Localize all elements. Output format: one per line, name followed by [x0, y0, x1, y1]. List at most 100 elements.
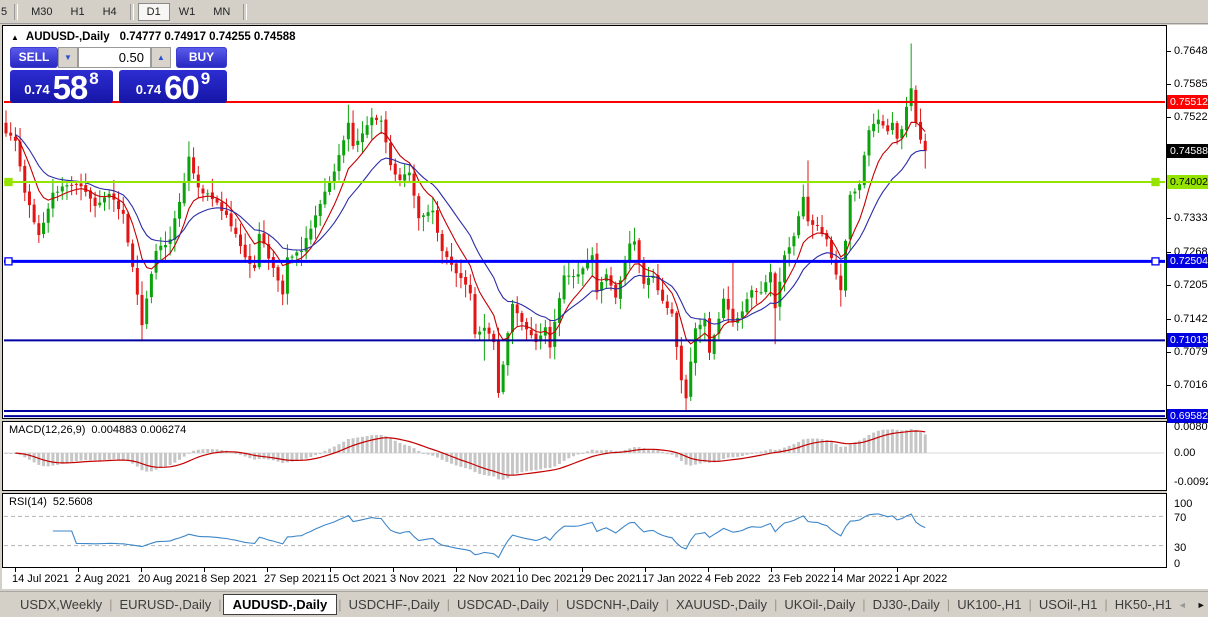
chart-ohlc-values: 0.74777 0.74917 0.74255 0.74588: [119, 31, 296, 43]
spin-up-icon: ▲: [157, 53, 165, 62]
buy-price-pips: 60: [164, 69, 200, 106]
spin-down-icon: ▼: [64, 53, 72, 62]
date-label: 1 Apr 2022: [894, 573, 948, 585]
tab-scroll-right-icon[interactable]: ►: [1197, 600, 1206, 610]
toolbar-separator: [14, 3, 19, 20]
tab-separator: |: [774, 597, 778, 612]
tab-separator: |: [665, 597, 670, 612]
date-tick: [708, 568, 709, 572]
tab-usdx-weekly[interactable]: USDX,Weekly: [14, 594, 108, 615]
date-tick: [330, 568, 331, 572]
macd-axis-label: 0.008061: [1174, 421, 1208, 434]
tab-separator: |: [1028, 597, 1032, 612]
timeframe-button-w1[interactable]: W1: [170, 3, 205, 21]
tab-usoil-h1[interactable]: USOil-,H1: [1033, 594, 1104, 615]
volume-input[interactable]: 0.50: [78, 47, 151, 68]
rsi-name: RSI(14): [9, 496, 47, 508]
buy-price-point: 9: [200, 69, 211, 88]
tab-separator: |: [862, 597, 866, 612]
tab-uk100-h1[interactable]: UK100-,H1: [951, 594, 1027, 615]
date-label: 22 Nov 2021: [453, 573, 516, 585]
date-axis: 14 Jul 2021 2 Aug 2021 20 Aug 2021 8 Sep 20…: [2, 568, 1167, 589]
macd-name: MACD(12,26,9): [9, 424, 86, 436]
date-tick: [519, 568, 520, 572]
price-badge-blue: 0.72504: [1167, 254, 1208, 269]
date-label: 14 Jul 2021: [12, 573, 69, 585]
macd-axis-label: 0.00: [1174, 447, 1196, 459]
rsi-label: RSI(14) 52.5608: [9, 496, 93, 508]
date-tick: [645, 568, 646, 572]
date-tick: [78, 568, 79, 572]
rsi-panel: [2, 493, 1167, 568]
date-label: 29 Dec 2021: [579, 573, 642, 585]
buy-price-base: 0.74: [135, 82, 162, 97]
date-label: 14 Mar 2022: [831, 573, 893, 585]
date-tick: [834, 568, 835, 572]
tab-separator: |: [946, 597, 951, 612]
tab-ukoil-daily[interactable]: UKOil-,Daily: [778, 594, 861, 615]
rsi-axis-label: 0: [1174, 558, 1181, 570]
price-badge-black: 0.74588: [1167, 143, 1208, 158]
date-label: 17 Jan 2022: [642, 573, 703, 585]
tab-eurusd-daily[interactable]: EURUSD-,Daily: [114, 594, 218, 615]
tab-dj30-daily[interactable]: DJ30-,Daily: [867, 594, 946, 615]
timeframe-toolbar: 5 M30 H1 H4 D1 W1 MN: [0, 0, 1208, 24]
rsi-axis-label: 70: [1174, 512, 1187, 525]
tab-separator: |: [555, 597, 560, 612]
date-label: 23 Feb 2022: [768, 573, 830, 585]
date-tick: [456, 568, 457, 572]
macd-values: 0.004883 0.006274: [91, 424, 187, 436]
tab-usdcnh-daily[interactable]: USDCNH-,Daily: [560, 594, 664, 615]
date-label: 3 Nov 2021: [390, 573, 447, 585]
rsi-axis-label: 100: [1174, 498, 1193, 510]
date-tick: [267, 568, 268, 572]
date-tick: [141, 568, 142, 572]
sell-price-point: 8: [89, 69, 99, 88]
volume-increase-button[interactable]: ▲: [151, 47, 171, 68]
timeframe-button-d1[interactable]: D1: [137, 2, 170, 21]
tab-hk50-h1[interactable]: HK50-,H1: [1109, 594, 1178, 615]
volume-decrease-button[interactable]: ▼: [58, 47, 78, 68]
date-tick: [771, 568, 772, 572]
date-label: 8 Sep 2021: [201, 573, 258, 585]
date-label: 4 Feb 2022: [705, 573, 761, 585]
rsi-value: 52.5608: [52, 496, 93, 508]
date-label: 2 Aug 2021: [75, 573, 131, 585]
toolbar-separator: [129, 3, 134, 20]
timeframe-button-h1[interactable]: H1: [62, 3, 94, 21]
toolbar-separator: [243, 3, 248, 20]
date-label: 27 Sep 2021: [264, 573, 327, 585]
date-tick: [393, 568, 394, 572]
tab-audusd-daily[interactable]: AUDUSD-,Daily: [222, 594, 338, 615]
price-badge-green: 0.74002: [1167, 174, 1208, 189]
chart-title: ▲ AUDUSD-,Daily 0.74777 0.74917 0.74255 …: [11, 31, 296, 43]
tab-usdchf-daily[interactable]: USDCHF-,Daily: [343, 594, 446, 615]
tab-usdcad-daily[interactable]: USDCAD-,Daily: [451, 594, 555, 615]
tab-scroll-arrows: ◄ ►: [1178, 600, 1206, 610]
sell-price-box[interactable]: 0.74 58 8: [10, 69, 113, 106]
chart-symbol-label: AUDUSD-,Daily: [25, 31, 110, 43]
tab-separator: |: [218, 597, 222, 612]
macd-axis-label: -0.00928: [1174, 476, 1208, 489]
timeframe-button-m30[interactable]: M30: [22, 3, 61, 21]
price-axis: 0.764800.758500.755120.752200.745880.740…: [1167, 25, 1208, 589]
buy-price-box[interactable]: 0.74 60 9: [119, 69, 227, 106]
timeframe-button-partial[interactable]: 5: [0, 6, 10, 18]
tab-scroll-left-icon[interactable]: ◄: [1178, 600, 1187, 610]
sell-button[interactable]: SELL: [10, 47, 58, 68]
timeframe-button-h4[interactable]: H4: [94, 3, 126, 21]
sell-price-pips: 58: [52, 69, 89, 106]
symbol-tabbar: USDX,Weekly | EURUSD-,Daily | AUDUSD-,Daily |…: [0, 591, 1208, 617]
timeframe-button-mn[interactable]: MN: [204, 3, 239, 21]
rsi-chart: [4, 513, 1164, 559]
date-tick: [204, 568, 205, 572]
collapse-triangle-icon[interactable]: ▲: [11, 33, 19, 42]
tab-separator: |: [446, 597, 451, 612]
sell-price-base: 0.74: [24, 82, 50, 97]
tab-separator: |: [338, 597, 342, 612]
date-label: 20 Aug 2021: [138, 573, 200, 585]
date-tick: [897, 568, 898, 572]
date-tick: [582, 568, 583, 572]
buy-button[interactable]: BUY: [176, 47, 227, 68]
tab-xauusd-daily[interactable]: XAUUSD-,Daily: [670, 594, 773, 615]
